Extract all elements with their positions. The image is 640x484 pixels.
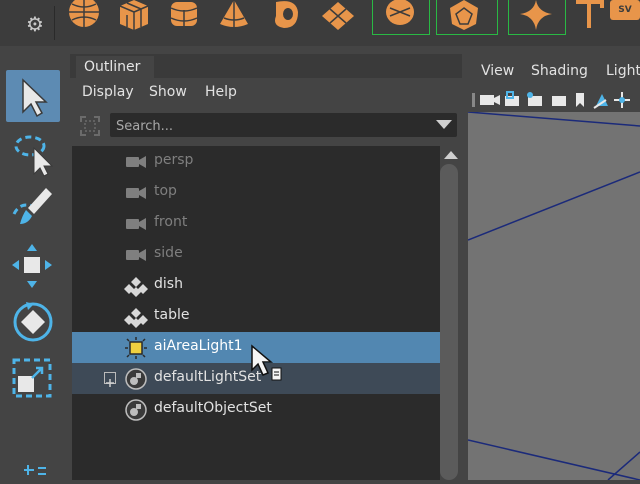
menu-help[interactable]: Help <box>205 84 237 100</box>
outliner-tab[interactable]: Outliner <box>76 56 154 78</box>
list-item[interactable]: table <box>72 301 440 332</box>
poly-platonic-icon[interactable] <box>446 0 482 30</box>
search-dropdown-chevron-down-icon[interactable] <box>436 120 452 129</box>
toolbar-handle-icon <box>472 93 475 107</box>
poly-cylinder-icon[interactable] <box>166 0 202 30</box>
camera-settings-icon[interactable] <box>552 96 566 106</box>
list-item-label: aiAreaLight1 <box>154 338 243 354</box>
paint-select-tool-button[interactable] <box>6 184 60 236</box>
list-item[interactable]: persp <box>72 146 440 177</box>
paint-brush-icon <box>12 188 52 224</box>
menu-show[interactable]: Show <box>149 84 187 100</box>
list-item-label: side <box>154 245 183 261</box>
list-item[interactable]: top <box>72 177 440 208</box>
poly-sphere-icon[interactable] <box>66 0 102 30</box>
mesh-icon <box>124 308 148 328</box>
search-input[interactable] <box>116 117 416 135</box>
list-item-label: top <box>154 183 177 199</box>
scale-icon <box>12 358 52 398</box>
list-item[interactable]: side <box>72 239 440 270</box>
shelf-bar: ⚙ SV <box>0 0 640 46</box>
shelf-divider <box>54 6 55 40</box>
move-tool-button[interactable] <box>6 240 60 292</box>
list-item-label: defaultLightSet <box>154 369 262 385</box>
filter-selection-icon[interactable] <box>78 114 102 138</box>
camera-attributes-icon[interactable] <box>527 92 542 106</box>
camera-icon <box>126 187 146 199</box>
bookmark-icon[interactable] <box>576 93 584 107</box>
set-icon <box>125 368 147 390</box>
tool-settings-icon[interactable] <box>22 462 48 480</box>
rotate-tool-button[interactable] <box>6 296 60 348</box>
menu-display[interactable]: Display <box>82 84 134 100</box>
camera-lock-icon[interactable] <box>505 91 519 106</box>
viewport-menu-view[interactable]: View <box>481 63 514 79</box>
poly-cone-icon[interactable] <box>216 0 252 30</box>
list-item-label: dish <box>154 276 183 292</box>
scrollbar-thumb[interactable] <box>440 164 458 480</box>
camera-icon <box>126 218 146 230</box>
list-item-label: defaultObjectSet <box>154 400 272 416</box>
viewport-grid <box>467 111 640 481</box>
mouse-cursor-icon <box>251 344 282 381</box>
rotate-icon <box>13 302 53 342</box>
area-light-icon <box>125 337 147 359</box>
text-tool-icon[interactable] <box>572 0 608 30</box>
lasso-tool-button[interactable] <box>6 128 60 180</box>
list-item-label: table <box>154 307 190 323</box>
lasso-select-icon <box>14 135 54 177</box>
viewport-menu-shading[interactable]: Shading <box>531 63 588 79</box>
poly-cube-icon[interactable] <box>116 0 152 30</box>
image-plane-icon[interactable] <box>593 94 608 109</box>
set-icon <box>125 399 147 421</box>
expand-plus-icon[interactable] <box>104 372 116 387</box>
viewport-menu-lighting[interactable]: Light <box>606 63 640 79</box>
camera-icon <box>126 249 146 261</box>
3d-viewport[interactable] <box>467 111 640 481</box>
shelf-settings-gear-icon[interactable]: ⚙ <box>18 10 52 38</box>
select-arrow-icon <box>22 78 48 118</box>
poly-plane-icon[interactable] <box>320 0 356 30</box>
scroll-up-arrow-icon[interactable] <box>444 151 458 159</box>
list-item[interactable]: dish <box>72 270 440 301</box>
svg-tool-icon[interactable]: SV <box>610 0 640 20</box>
list-item-label: front <box>154 214 188 230</box>
select-tool-button[interactable] <box>6 70 60 122</box>
list-item[interactable]: defaultObjectSet <box>72 394 440 425</box>
camera-icon <box>126 156 146 168</box>
move-arrows-icon <box>12 244 52 288</box>
list-item[interactable]: front <box>72 208 440 239</box>
list-item-label: persp <box>154 152 194 168</box>
viewport-toolbar <box>468 86 640 112</box>
poly-torus-icon[interactable] <box>268 0 304 30</box>
poly-disc-icon[interactable] <box>382 0 418 30</box>
poly-super-shape-icon[interactable] <box>518 0 554 30</box>
2d-pan-zoom-icon[interactable] <box>614 92 630 108</box>
camera-icon[interactable] <box>480 95 500 105</box>
mesh-icon <box>124 277 148 297</box>
scale-tool-button[interactable] <box>6 352 60 404</box>
